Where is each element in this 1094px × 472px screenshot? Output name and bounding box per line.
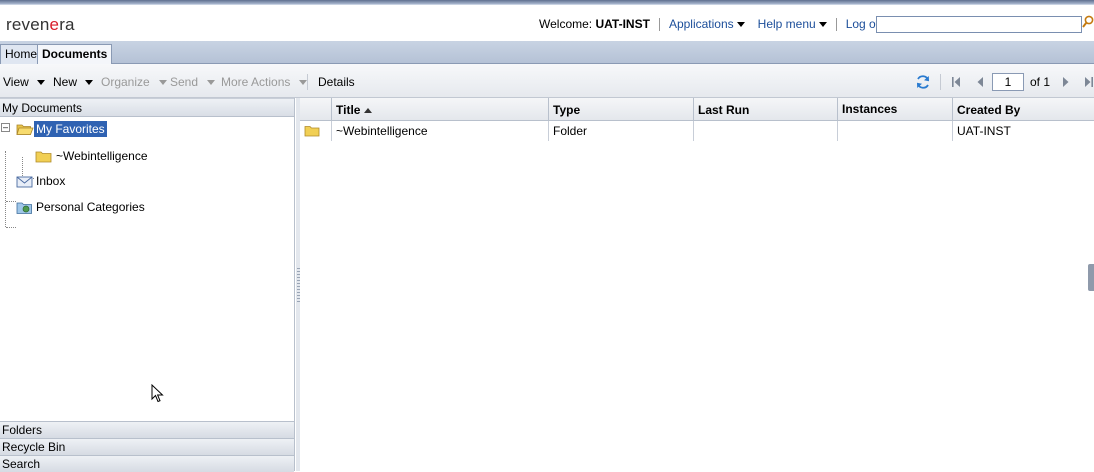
refresh-icon[interactable]: [915, 74, 931, 90]
logo: revenera: [6, 15, 75, 34]
search-icon[interactable]: [1082, 15, 1094, 29]
mouse-cursor-icon: [151, 384, 164, 403]
left-panel: My Documents – My Favorites ~Webintellig…: [0, 98, 295, 472]
divider: [835, 17, 837, 31]
tree-item-my-favorites[interactable]: My Favorites: [16, 121, 107, 137]
grid-header: Title Type Last Run Instances Created By: [300, 98, 1094, 121]
send-menu[interactable]: Send: [170, 75, 216, 89]
column-created-by[interactable]: Created By: [953, 98, 1094, 121]
tree-item-label: My Favorites: [34, 121, 107, 137]
documents-grid: Title Type Last Run Instances Created By…: [300, 98, 1094, 471]
sort-ascending-icon: [364, 108, 373, 113]
new-menu[interactable]: New: [53, 75, 94, 89]
column-title[interactable]: Title: [332, 98, 549, 121]
chevron-down-icon: [36, 79, 45, 85]
folder-icon: [304, 126, 320, 137]
tree-item-personal-categories[interactable]: Personal Categories: [16, 199, 147, 215]
folders-panel[interactable]: Folders: [0, 421, 294, 438]
cell-title[interactable]: ~Webintelligence: [332, 121, 549, 141]
tree-item-label: ~Webintelligence: [56, 149, 148, 163]
page-number-input[interactable]: [992, 73, 1024, 91]
header-links: Welcome: UAT-INST Applications Help menu…: [539, 15, 882, 33]
previous-page-icon[interactable]: [975, 76, 985, 88]
column-instances[interactable]: Instances: [838, 98, 953, 121]
view-menu[interactable]: View: [3, 75, 45, 89]
row-icon-cell: [300, 121, 332, 141]
chevron-down-icon: [818, 21, 827, 27]
cell-last-run: [694, 121, 838, 141]
more-actions-menu[interactable]: More Actions: [221, 75, 308, 89]
collapse-handle[interactable]: [1088, 264, 1094, 291]
chevron-down-icon: [85, 79, 94, 85]
page-count: of 1: [1030, 75, 1051, 89]
folder-icon: [35, 151, 52, 162]
help-menu[interactable]: Help menu: [758, 17, 827, 31]
cell-type: Folder: [549, 121, 694, 141]
divider: [307, 74, 308, 90]
bottom-panels: Folders Recycle Bin Search: [0, 421, 294, 472]
collapse-toggle[interactable]: –: [1, 123, 10, 132]
chevron-down-icon: [207, 79, 216, 85]
first-page-icon[interactable]: [951, 76, 961, 88]
my-documents-header[interactable]: My Documents: [0, 98, 294, 117]
recycle-bin-panel[interactable]: Recycle Bin: [0, 438, 294, 455]
column-last-run[interactable]: Last Run: [694, 98, 838, 121]
open-folder-icon: [16, 124, 34, 135]
tree-item-label: Inbox: [36, 174, 66, 188]
document-tree: – My Favorites ~Webintelligence Inbox Pe…: [0, 117, 294, 420]
header: revenera Welcome: UAT-INST Applications …: [0, 5, 1094, 42]
tab-home[interactable]: Home: [0, 44, 43, 64]
divider: [940, 74, 941, 90]
column-icon: [300, 98, 332, 121]
chevron-down-icon: [736, 21, 745, 27]
applications-menu[interactable]: Applications: [669, 17, 745, 31]
column-type[interactable]: Type: [549, 98, 694, 121]
tree-item-webintelligence[interactable]: ~Webintelligence: [35, 148, 150, 164]
tab-documents[interactable]: Documents: [37, 44, 113, 65]
username: UAT-INST: [595, 17, 650, 31]
tab-bar: Home Documents: [0, 41, 1094, 65]
categories-icon: [16, 202, 32, 214]
details-button[interactable]: Details: [318, 75, 355, 89]
welcome-text: Welcome: UAT-INST: [539, 17, 650, 31]
search-panel[interactable]: Search: [0, 455, 294, 472]
search-input[interactable]: [876, 16, 1082, 33]
chevron-down-icon: [158, 79, 167, 85]
divider: [658, 17, 660, 31]
cell-created-by: UAT-INST: [957, 124, 1011, 138]
tree-item-label: Personal Categories: [36, 200, 145, 214]
last-page-icon[interactable]: [1084, 76, 1094, 88]
organize-menu[interactable]: Organize: [101, 75, 167, 89]
cell-instances: [838, 121, 953, 141]
inbox-icon: [16, 176, 33, 187]
tree-item-inbox[interactable]: Inbox: [16, 173, 67, 189]
toolbar: View New Organize Send More Actions Deta…: [0, 64, 1094, 98]
next-page-icon[interactable]: [1061, 76, 1071, 88]
table-row[interactable]: ~Webintelligence Folder UAT-INST: [300, 121, 1094, 141]
